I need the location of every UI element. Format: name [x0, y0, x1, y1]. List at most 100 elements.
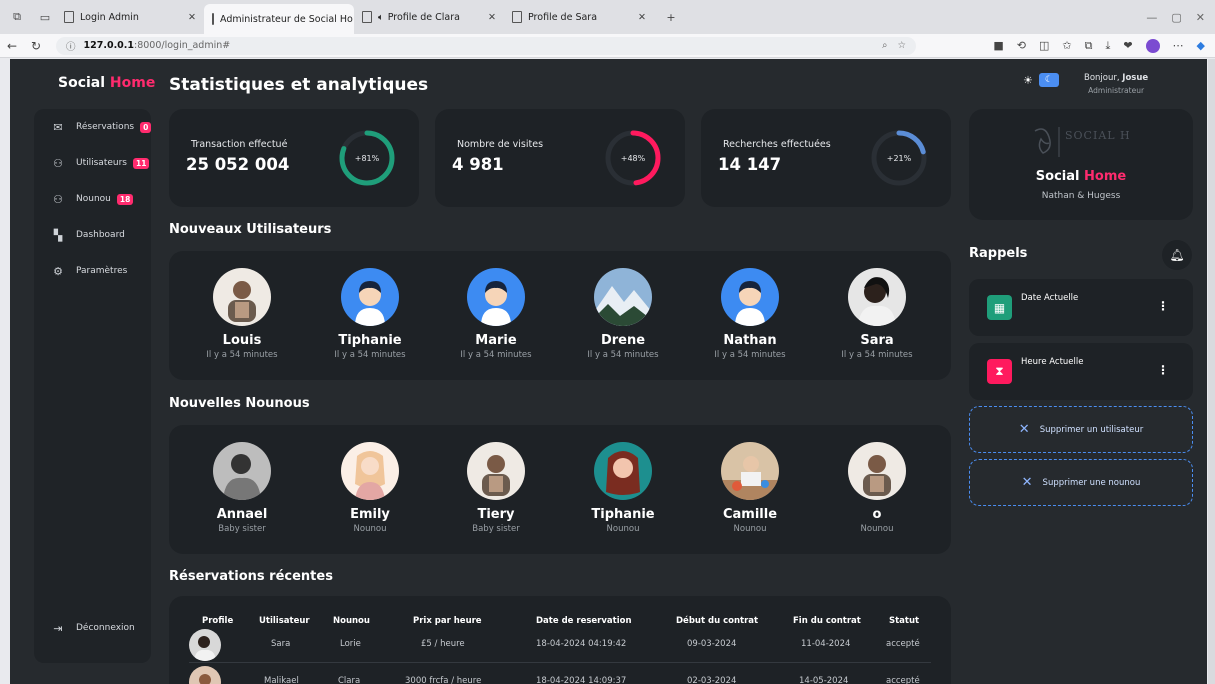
moon-icon[interactable]: ☾ — [1038, 73, 1059, 87]
user-icon: ⚇ — [53, 156, 63, 170]
tab-login-admin[interactable]: Login Admin ✕ — [56, 0, 204, 34]
column-header: Nounou — [333, 616, 370, 626]
more-vertical-icon[interactable]: ⋮ — [1157, 299, 1169, 313]
user-name: Sara — [860, 333, 894, 348]
greeting-text: Bonjour, — [1084, 73, 1120, 83]
user-name: Tiphanie — [338, 333, 402, 348]
user-card[interactable]: Drene Il y a 54 minutes — [568, 268, 678, 360]
user-time: Il y a 54 minutes — [587, 350, 659, 360]
user-name: Louis — [222, 333, 262, 348]
user-card[interactable]: Marie Il y a 54 minutes — [441, 268, 551, 360]
user-card[interactable]: Louis Il y a 54 minutes — [187, 268, 297, 360]
reminders-title: Rappels — [969, 246, 1028, 261]
column-header: Fin du contrat — [793, 616, 861, 626]
cell-status: accepté — [886, 676, 920, 684]
performance-icon[interactable]: ❤ — [1123, 39, 1132, 52]
copilot-icon[interactable]: ◆ — [1197, 39, 1205, 52]
count-badge: 0 — [140, 121, 152, 133]
collections-icon[interactable]: ⧉ — [1085, 39, 1093, 53]
tab-profile-clara[interactable]: 🔈︎ Profile de Clara ✕ — [354, 0, 504, 34]
delete-nanny-button[interactable]: ✕ Supprimer une nounou — [969, 459, 1193, 506]
nanny-card[interactable]: Annael Baby sister — [187, 442, 297, 534]
tab-label: Profile de Sara — [528, 11, 598, 23]
close-window-icon[interactable]: ✕ — [1196, 11, 1205, 24]
more-vertical-icon[interactable]: ⋮ — [1157, 363, 1169, 377]
profile-avatar[interactable] — [1145, 38, 1160, 53]
brand-card-name: Social Home — [969, 169, 1193, 184]
nanny-card[interactable]: Emily Nounou — [315, 442, 425, 534]
cell-status: accepté — [886, 639, 920, 649]
cell-date: 18-04-2024 14:09:37 — [536, 676, 627, 684]
sidebar-item-users[interactable]: ⚇ Utilisateurs 11 — [50, 155, 150, 171]
theme-toggle[interactable]: ☀ ☾ — [1023, 73, 1059, 87]
more-icon[interactable]: ⋯ — [1173, 39, 1184, 52]
split-screen-icon[interactable]: ◫ — [1039, 39, 1049, 52]
maximize-icon[interactable]: ▢ — [1171, 11, 1181, 24]
stop-icon[interactable]: ■ — [993, 39, 1003, 52]
sidebar-item-nannies[interactable]: ⚇ Nounou 18 — [50, 191, 134, 207]
tab-admin[interactable]: Administrateur de Social Ho ✕ — [204, 4, 354, 34]
logout-button[interactable]: ⇥ Déconnexion — [50, 620, 134, 636]
favorite-star-icon[interactable]: ☆ — [897, 40, 906, 51]
downloads-icon[interactable]: ⤓ — [1105, 39, 1110, 53]
close-icon[interactable]: ✕ — [180, 12, 196, 23]
avatar — [213, 268, 271, 326]
gear-icon: ⚙ — [53, 264, 63, 278]
minimize-icon[interactable]: — — [1146, 11, 1157, 24]
stat-value: 25 052 004 — [186, 155, 290, 174]
nanny-name: o — [872, 507, 882, 522]
workspaces-icon[interactable]: ⧉ — [6, 6, 28, 28]
brand-logo[interactable]: Social Home — [58, 75, 155, 91]
user-card[interactable]: Tiphanie Il y a 54 minutes — [315, 268, 425, 360]
zoom-icon[interactable]: ⌕ — [882, 40, 887, 51]
nanny-name: Annael — [216, 507, 268, 522]
nanny-card[interactable]: Camille Nounou — [695, 442, 805, 534]
reminder-label: Date Actuelle — [1021, 293, 1079, 303]
stat-label: Transaction effectué — [191, 139, 288, 150]
section-title-new-nannies: Nouvelles Nounous — [169, 396, 310, 411]
cell-start: 09-03-2024 — [687, 639, 737, 649]
cell-price: 3000 frcfa / heure — [405, 676, 482, 684]
logo-text: SOCIAL HOME — [1065, 129, 1131, 142]
favorites-icon[interactable]: ✩ — [1062, 39, 1071, 52]
reminder-label: Heure Actuelle — [1021, 357, 1084, 367]
user-name: Nathan — [723, 333, 777, 348]
reminder-date[interactable]: ▦ Date Actuelle ⋮ — [969, 279, 1193, 336]
bell-icon[interactable]: 🔔︎ — [1162, 240, 1192, 270]
back-icon[interactable]: ← — [0, 39, 24, 53]
user-time: Il y a 54 minutes — [714, 350, 786, 360]
nanny-card[interactable]: o Nounou — [822, 442, 932, 534]
sidebar-item-reservations[interactable]: ✉ Réservations 0 — [50, 119, 152, 135]
reload-icon[interactable]: ↻ — [24, 39, 48, 53]
delete-user-button[interactable]: ✕ Supprimer un utilisateur — [969, 406, 1193, 453]
row-divider — [189, 662, 931, 663]
new-tab-icon[interactable]: + — [660, 6, 682, 28]
sidebar-item-dashboard[interactable]: ▚ Dashboard — [50, 227, 125, 243]
page-icon — [362, 11, 372, 23]
user-card[interactable]: Sara Il y a 54 minutes — [822, 268, 932, 360]
brand-card-subtitle: Nathan & Hugess — [1041, 191, 1121, 201]
tab-actions-icon[interactable]: ▭ — [34, 6, 56, 28]
address-bar: ← ↻ ⓘ 127.0.0.1 :8000/login_admin# ⌕ ☆ ■… — [0, 34, 1215, 58]
url-input[interactable]: ⓘ 127.0.0.1 :8000/login_admin# ⌕ ☆ — [56, 36, 916, 55]
reminder-time[interactable]: ⧗ Heure Actuelle ⋮ — [969, 343, 1193, 400]
nanny-name: Tiphanie — [591, 507, 655, 522]
nanny-card[interactable]: Tiery Baby sister — [441, 442, 551, 534]
sidebar-item-settings[interactable]: ⚙ Paramètres — [50, 263, 127, 279]
close-icon[interactable]: ✕ — [630, 12, 646, 23]
delete-user-label: Supprimer un utilisateur — [1039, 424, 1144, 435]
sidebar: ✉ Réservations 0 ⚇ Utilisateurs 11 ⚇ Nou… — [34, 109, 152, 663]
extension-icon[interactable]: ⟲ — [1017, 39, 1026, 52]
avatar — [213, 442, 271, 500]
user-card[interactable]: Nathan Il y a 54 minutes — [695, 268, 805, 360]
calendar-icon: ▦ — [987, 295, 1012, 320]
avatar — [341, 442, 399, 500]
nanny-card[interactable]: Tiphanie Nounou — [568, 442, 678, 534]
cell-price: £5 / heure — [421, 639, 465, 649]
close-icon[interactable]: ✕ — [480, 12, 496, 23]
nanny-name: Tiery — [477, 507, 515, 522]
scrollbar[interactable] — [1208, 59, 1215, 684]
tab-profile-sara[interactable]: Profile de Sara ✕ — [504, 0, 654, 34]
sun-icon[interactable]: ☀ — [1023, 74, 1033, 87]
cell-nanny: Lorie — [340, 639, 361, 649]
